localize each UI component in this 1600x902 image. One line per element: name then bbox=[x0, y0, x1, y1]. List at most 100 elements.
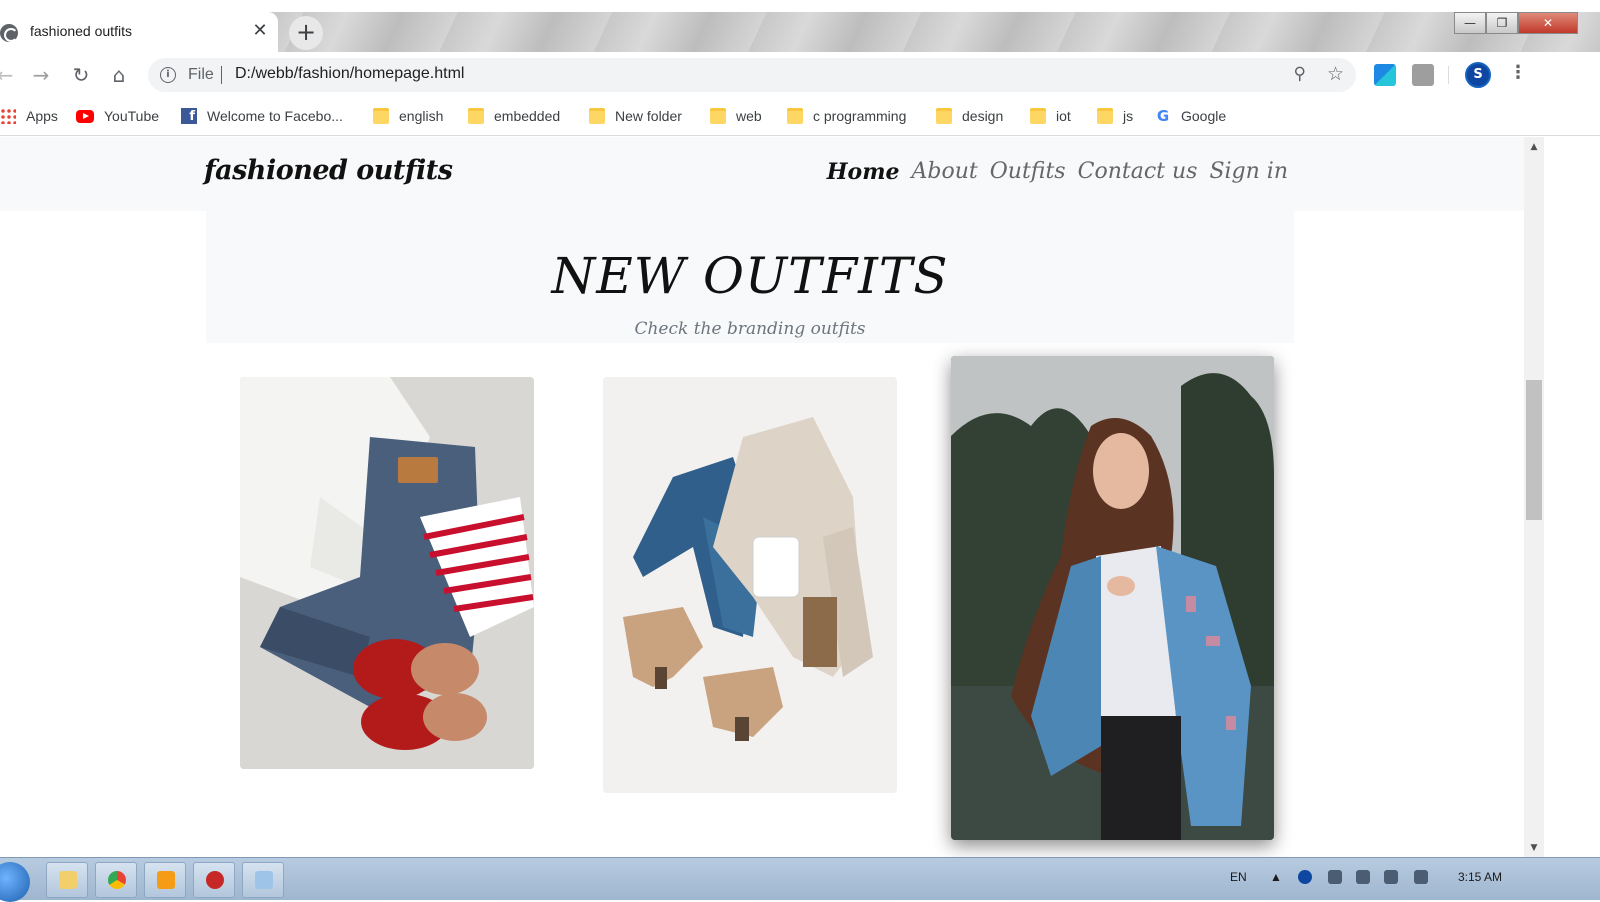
window-controls: — ❐ ✕ bbox=[1454, 12, 1578, 34]
maximize-button[interactable]: ❐ bbox=[1486, 12, 1518, 34]
taskbar-paint[interactable] bbox=[242, 862, 284, 898]
new-tab-button[interactable]: + bbox=[289, 16, 323, 50]
folder-icon bbox=[468, 108, 484, 124]
minimize-button[interactable]: — bbox=[1454, 12, 1486, 34]
folder-icon bbox=[373, 108, 389, 124]
bookmark-apps[interactable]: Apps bbox=[0, 106, 58, 126]
folder-icon bbox=[936, 108, 952, 124]
tab-close-icon[interactable]: ✕ bbox=[250, 20, 270, 42]
youtube-icon bbox=[76, 109, 94, 123]
scroll-down-arrow-icon[interactable]: ▼ bbox=[1524, 840, 1544, 857]
bookmark-folder-new-folder[interactable]: New folder bbox=[589, 106, 682, 126]
close-window-button[interactable]: ✕ bbox=[1518, 12, 1578, 34]
taskbar-sublime[interactable] bbox=[144, 862, 186, 898]
folder-icon bbox=[710, 108, 726, 124]
network-icon[interactable] bbox=[1384, 870, 1398, 884]
profile-avatar[interactable]: S bbox=[1465, 62, 1491, 88]
tray-app-icon[interactable] bbox=[1298, 870, 1312, 884]
nav-contact-us[interactable]: Contact us bbox=[1078, 159, 1198, 185]
bookmark-label: Welcome to Facebo... bbox=[207, 108, 343, 124]
site-info-icon[interactable]: i bbox=[160, 67, 176, 83]
scroll-up-arrow-icon[interactable]: ▲ bbox=[1524, 139, 1544, 156]
extension-translate-icon[interactable] bbox=[1374, 64, 1396, 86]
folder-icon bbox=[787, 108, 803, 124]
url-text[interactable]: D:/webb/fashion/homepage.html bbox=[235, 65, 464, 83]
bookmark-google[interactable]: G Google bbox=[1155, 106, 1226, 126]
tab-strip: fashioned outfits ✕ + — ❐ ✕ bbox=[0, 0, 1600, 52]
hero-section: NEW OUTFITS Check the branding outfits bbox=[206, 211, 1294, 343]
folder-icon bbox=[589, 108, 605, 124]
woman-denim-jacket-photo bbox=[951, 356, 1274, 840]
scroll-thumb[interactable] bbox=[1526, 380, 1542, 520]
outfit-flatlay-photo bbox=[240, 377, 534, 769]
chrome-menu-icon[interactable]: ⋮ bbox=[1509, 62, 1527, 83]
language-indicator[interactable]: EN bbox=[1230, 870, 1247, 884]
outfit-card-2[interactable] bbox=[603, 377, 897, 793]
taskbar-explorer[interactable] bbox=[46, 862, 88, 898]
app-icon bbox=[206, 871, 224, 889]
page-viewport: fashioned outfits Home About Outfits Con… bbox=[0, 137, 1524, 857]
bookmark-youtube[interactable]: YouTube bbox=[76, 106, 159, 126]
url-divider bbox=[221, 66, 222, 84]
bookmark-star-icon[interactable]: ☆ bbox=[1327, 63, 1344, 85]
globe-icon bbox=[0, 24, 18, 42]
sublime-icon bbox=[157, 871, 175, 889]
bookmark-folder-iot[interactable]: iot bbox=[1030, 106, 1071, 126]
bookmark-label: web bbox=[736, 108, 762, 124]
bookmark-label: YouTube bbox=[104, 108, 160, 124]
clock-time[interactable]: 3:15 AM bbox=[1458, 870, 1502, 884]
show-hidden-icons-icon[interactable]: ▲ bbox=[1270, 870, 1282, 884]
outfit-card-3[interactable] bbox=[951, 356, 1274, 840]
site-brand[interactable]: fashioned outfits bbox=[204, 155, 453, 186]
nav-sign-in[interactable]: Sign in bbox=[1209, 159, 1288, 185]
bookmark-folder-web[interactable]: web bbox=[710, 106, 762, 126]
nav-home[interactable]: Home bbox=[827, 159, 900, 185]
bookmark-label: Apps bbox=[26, 108, 58, 124]
action-center-flag-icon[interactable] bbox=[1328, 870, 1342, 884]
hero-subtitle: Check the branding outfits bbox=[634, 319, 866, 339]
vertical-scrollbar[interactable]: ▲ ▼ bbox=[1524, 137, 1544, 857]
apps-icon bbox=[0, 108, 16, 124]
zoom-icon[interactable]: ⚲ bbox=[1294, 64, 1306, 84]
outfit-jeans-sweater-photo bbox=[603, 377, 897, 793]
extension-avg-icon[interactable] bbox=[1412, 64, 1434, 86]
bookmark-folder-js[interactable]: js bbox=[1097, 106, 1133, 126]
forward-button[interactable]: → bbox=[30, 64, 52, 86]
chrome-icon bbox=[108, 871, 126, 889]
folder-icon bbox=[59, 871, 77, 889]
windows-taskbar: EN ▲ 3:15 AM bbox=[0, 857, 1600, 902]
taskbar-app[interactable] bbox=[193, 862, 235, 898]
battery-icon[interactable] bbox=[1356, 870, 1370, 884]
bookmark-label: Google bbox=[1181, 108, 1227, 124]
bookmark-folder-design[interactable]: design bbox=[936, 106, 1003, 126]
bookmark-label: c programming bbox=[813, 108, 907, 124]
taskbar-chrome[interactable] bbox=[95, 862, 137, 898]
bookmark-label: embedded bbox=[494, 108, 561, 124]
bookmark-label: js bbox=[1123, 108, 1134, 124]
home-button[interactable]: ⌂ bbox=[108, 64, 130, 86]
facebook-icon: f bbox=[181, 108, 197, 124]
reload-button[interactable]: ↻ bbox=[70, 64, 92, 86]
bookmark-label: english bbox=[399, 108, 444, 124]
bookmark-label: iot bbox=[1056, 108, 1071, 124]
outfit-card-1[interactable] bbox=[240, 377, 534, 769]
toolbar-divider bbox=[1448, 66, 1449, 84]
volume-icon[interactable] bbox=[1414, 870, 1428, 884]
site-nav: Home About Outfits Contact us Sign in bbox=[827, 159, 1288, 185]
bookmark-folder-c-programming[interactable]: c programming bbox=[787, 106, 906, 126]
bookmark-facebook[interactable]: f Welcome to Facebo... bbox=[181, 106, 343, 126]
folder-icon bbox=[1097, 108, 1113, 124]
paint-icon bbox=[255, 871, 273, 889]
nav-about[interactable]: About bbox=[912, 159, 978, 185]
browser-toolbar: ← → ↻ ⌂ i File D:/webb/fashion/homepage.… bbox=[0, 52, 1600, 98]
hero-title: NEW OUTFITS bbox=[551, 247, 949, 305]
bookmark-label: New folder bbox=[615, 108, 682, 124]
bookmark-folder-embedded[interactable]: embedded bbox=[468, 106, 560, 126]
nav-outfits[interactable]: Outfits bbox=[990, 159, 1066, 185]
address-bar[interactable]: i File D:/webb/fashion/homepage.html ⚲ ☆ bbox=[148, 58, 1356, 92]
start-button[interactable] bbox=[0, 862, 30, 902]
titlebar-edge bbox=[0, 0, 1600, 12]
browser-tab[interactable]: fashioned outfits ✕ bbox=[0, 12, 278, 52]
bookmark-folder-english[interactable]: english bbox=[373, 106, 443, 126]
back-button[interactable]: ← bbox=[0, 64, 16, 86]
